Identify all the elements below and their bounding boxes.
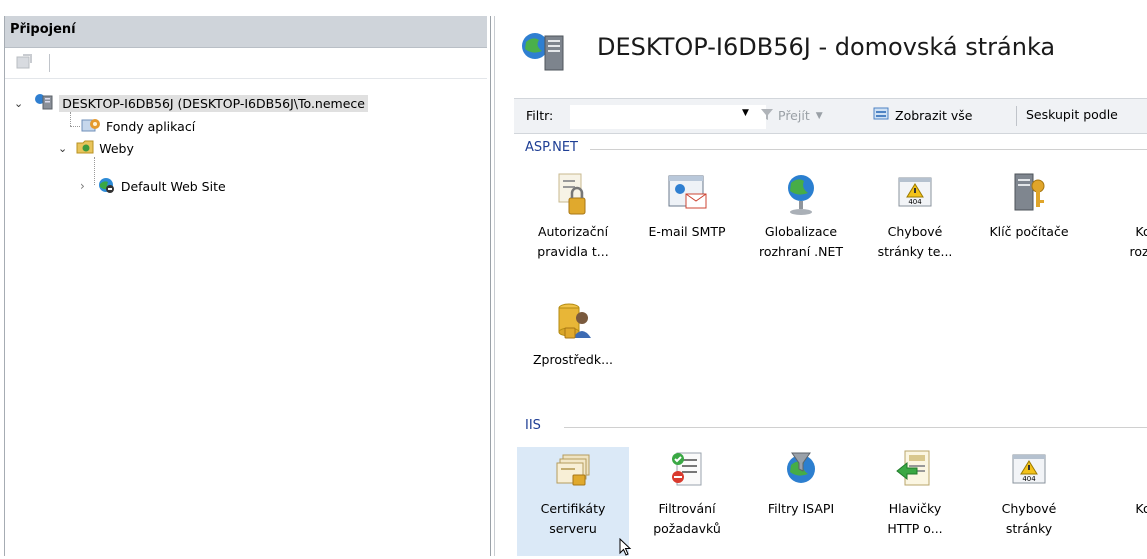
group-divider [564,427,1147,428]
go-button[interactable]: Přejít ▼ [760,107,823,124]
feature-label: Hlavičky [888,501,942,516]
error-pages-icon: 404 [859,170,971,222]
tree-node-default-web-site[interactable]: › Default Web Site [80,176,226,196]
feature-error-pages[interactable]: 404 Chybové stránky [973,447,1085,539]
go-label: Přejít [778,108,810,123]
isapi-filters-icon [745,447,857,499]
connections-header: Připojení [5,16,487,48]
feature-label: Zprostředk... [532,352,614,367]
svg-text:404: 404 [1022,475,1036,483]
compression-icon [1087,447,1147,499]
feature-config[interactable]: Ko rozh [1087,170,1147,262]
connections-toolbar [5,48,487,79]
feature-label: Chybové [1001,501,1057,516]
feature-label: Autorizační [537,224,609,239]
error-pages-icon: 404 [973,447,1085,499]
filter-input[interactable] [570,105,766,129]
feature-label: stránky [1005,521,1053,536]
connections-pane: Připojení ⌄ DESKTOP-I6DB56J (DESKTOP-I6D… [0,0,487,556]
connections-title: Připojení [10,22,76,37]
tree-label-server: DESKTOP-I6DB56J (DESKTOP-I6DB56J\To.neme… [59,94,368,112]
filter-dropdown-icon[interactable]: ▼ [742,108,749,118]
feature-label: pravidla t... [537,244,609,259]
svg-text:404: 404 [908,198,922,206]
machine-key-icon [973,170,1085,222]
http-headers-icon [859,447,971,499]
tree-line [70,112,72,126]
server-icon [33,93,55,114]
tree-node-server[interactable]: ⌄ DESKTOP-I6DB56J (DESKTOP-I6DB56J\To.ne… [14,93,368,113]
show-all-icon [872,105,892,126]
tree-line [94,157,96,185]
feature-net-error-pages[interactable]: 404 Chybové stránky te... [859,170,971,262]
feature-label: Globalizace [764,224,838,239]
group-by-button[interactable]: Seskupit podle [1026,107,1118,122]
feature-label: Filtrování [658,501,716,516]
feature-label: serveru [549,521,597,536]
feature-label: Klíč počítače [989,224,1069,239]
tree-label-app-pools: Fondy aplikací [106,118,196,134]
config-icon [1087,170,1147,222]
website-icon [95,176,117,197]
feature-label: Chybové [887,224,943,239]
chevron-down-icon[interactable]: ⌄ [14,97,23,110]
connect-icon[interactable] [15,53,35,74]
tree-node-sites[interactable]: ⌄ Weby [58,138,134,158]
page-header-icon [515,28,571,77]
filter-label: Filtr: [526,108,554,123]
feature-machine-key[interactable]: Klíč počítače [973,170,1085,242]
show-all-button[interactable]: Zobrazit vše [872,105,972,126]
chevron-down-icon[interactable]: ▼ [816,111,823,121]
pane-border [4,16,5,556]
feature-label: Filtry ISAPI [767,501,835,516]
feature-label: Ko [1135,224,1147,239]
app-pool-icon [80,116,102,137]
feature-label: rozh [1129,244,1147,259]
tree-label-sites: Weby [99,140,134,156]
show-all-label: Zobrazit vše [895,108,973,123]
feature-compression[interactable]: Ko [1087,447,1147,519]
feature-http-response-headers[interactable]: Hlavičky HTTP o... [859,447,971,539]
feature-providers[interactable]: Zprostředk... [517,298,629,370]
tree-line [70,126,80,128]
group-header-aspnet: ASP.NET [525,140,578,155]
chevron-right-icon[interactable]: › [80,179,85,193]
smtp-email-icon [631,170,743,222]
feature-net-globalization[interactable]: Globalizace rozhraní .NET [745,170,857,262]
feature-smtp-email[interactable]: E-mail SMTP [631,170,743,242]
feature-label: HTTP o... [887,521,943,536]
request-filtering-icon [631,447,743,499]
tree-label-default-web-site: Default Web Site [120,178,226,194]
feature-label: stránky te... [877,244,953,259]
feature-label: požadavků [653,521,721,536]
feature-isapi-filters[interactable]: Filtry ISAPI [745,447,857,519]
providers-icon [517,298,629,350]
tree-node-app-pools[interactable]: Fondy aplikací [80,116,195,136]
sites-folder-icon [75,138,95,159]
globalization-icon [745,170,857,222]
pane-splitter[interactable] [487,0,498,556]
feature-label: Ko [1135,501,1147,516]
feature-request-filtering[interactable]: Filtrování požadavků [631,447,743,539]
feature-server-certificates[interactable]: Certifikáty serveru [517,447,629,556]
feature-label: rozhraní .NET [758,244,844,259]
authorization-rules-icon [517,170,629,222]
toolbar-separator [1016,106,1017,126]
group-header-iis: IIS [525,418,541,433]
chevron-down-icon[interactable]: ⌄ [58,142,67,155]
feature-authorization-rules[interactable]: Autorizační pravidla t... [517,170,629,262]
funnel-icon [760,107,774,124]
toolbar-separator [49,54,50,72]
group-divider [590,149,1147,150]
page-title: DESKTOP-I6DB56J - domovská stránka [597,33,1056,61]
server-certificates-icon [517,447,629,499]
feature-label: Certifikáty [540,501,606,516]
filter-toolbar: Filtr: ▼ Přejít ▼ Zobrazit vše Seskupit … [514,98,1147,134]
feature-label: E-mail SMTP [648,224,726,239]
